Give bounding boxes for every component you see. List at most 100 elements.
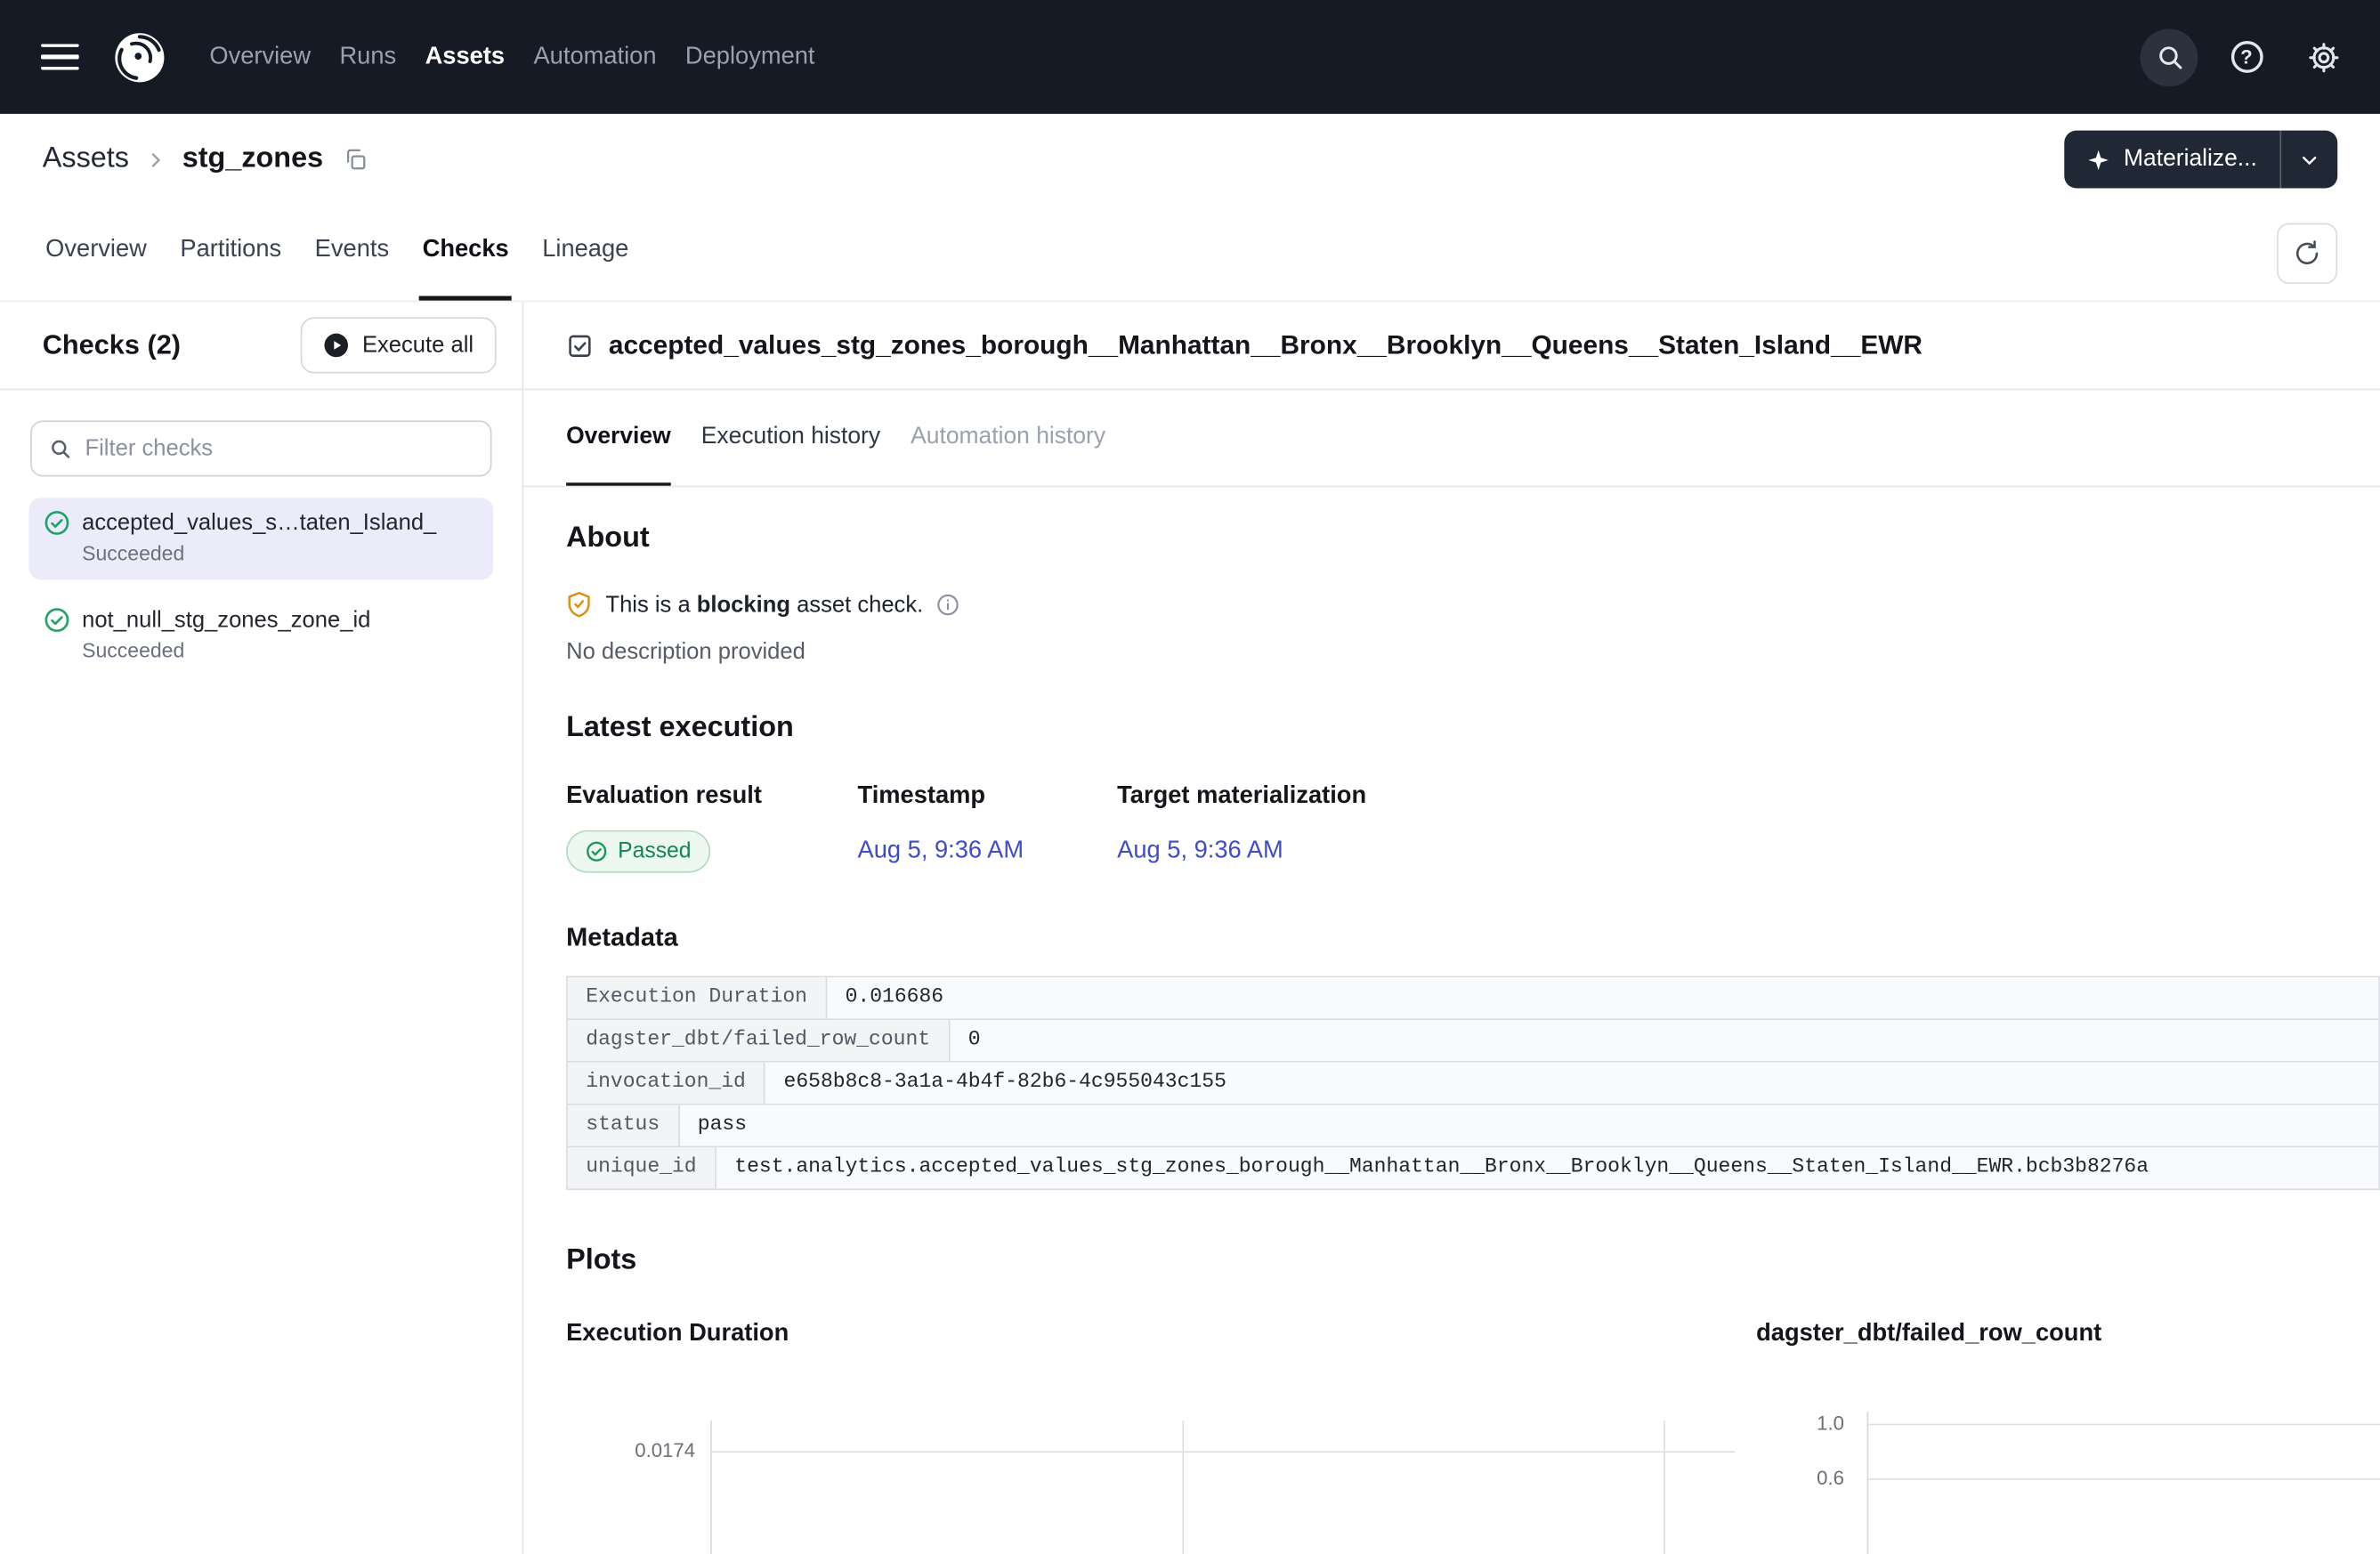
tab-checks[interactable]: Checks bbox=[419, 205, 512, 300]
nav-item-deployment[interactable]: Deployment bbox=[685, 34, 815, 79]
failed-row-count-chart: dagster_dbt/failed_row_count 1.0 0.6 bbox=[1756, 1321, 2380, 1554]
dagster-logo-icon[interactable] bbox=[110, 28, 168, 86]
about-heading: About bbox=[566, 522, 2380, 556]
checks-count-title: Checks (2) bbox=[43, 329, 181, 361]
nav-item-runs[interactable]: Runs bbox=[339, 34, 396, 79]
settings-gear-icon[interactable] bbox=[2295, 28, 2352, 86]
metadata-heading: Metadata bbox=[566, 923, 2380, 953]
col-target-materialization: Target materialization bbox=[1117, 783, 2380, 811]
y-axis-tick: 1.0 bbox=[1756, 1413, 1844, 1435]
gridline bbox=[1664, 1420, 1665, 1554]
check-item-status: Succeeded bbox=[82, 639, 478, 662]
passed-status-badge: Passed bbox=[566, 830, 711, 873]
content-area: Checks (2) Execute all bbox=[0, 302, 2380, 1554]
chart-title: Execution Duration bbox=[566, 1321, 1735, 1348]
nav-item-automation[interactable]: Automation bbox=[533, 34, 656, 79]
breadcrumb: Assets stg_zones bbox=[43, 142, 368, 176]
check-list-item-not-null[interactable]: not_null_stg_zones_zone_id Succeeded bbox=[28, 595, 493, 676]
filter-checks-input[interactable] bbox=[85, 435, 474, 461]
metadata-value: pass bbox=[679, 1105, 2378, 1145]
table-row: status pass bbox=[568, 1105, 2378, 1147]
materialize-split-button: Materialize... bbox=[2064, 131, 2337, 189]
chart-plot-area: 1.0 0.6 bbox=[1756, 1412, 2380, 1554]
metadata-value: e658b8c8-3a1a-4b4f-82b6-4c955043c155 bbox=[765, 1063, 2378, 1104]
table-row: unique_id test.analytics.accepted_values… bbox=[568, 1147, 2378, 1190]
y-axis-tick: 0.0174 bbox=[566, 1440, 695, 1461]
col-timestamp: Timestamp bbox=[858, 783, 1118, 811]
copy-icon[interactable] bbox=[343, 147, 367, 171]
table-row: invocation_id e658b8c8-3a1a-4b4f-82b6-4c… bbox=[568, 1063, 2378, 1105]
execution-duration-chart: Execution Duration 0.0174 bbox=[566, 1321, 1735, 1554]
info-icon[interactable] bbox=[937, 594, 960, 617]
check-succeeded-icon bbox=[44, 510, 69, 536]
tab-overview[interactable]: Overview bbox=[43, 205, 150, 300]
blocking-text: This is a blocking asset check. bbox=[605, 592, 923, 618]
metadata-key: unique_id bbox=[568, 1147, 716, 1188]
magnifier-icon bbox=[49, 437, 72, 460]
filter-checks-field bbox=[30, 420, 491, 476]
check-tab-overview[interactable]: Overview bbox=[566, 390, 671, 485]
materialize-label: Materialize... bbox=[2124, 146, 2257, 174]
check-tab-automation-history: Automation history bbox=[911, 390, 1105, 485]
gridline bbox=[1868, 1424, 2380, 1426]
metadata-key: status bbox=[568, 1105, 680, 1145]
col-evaluation-result: Evaluation result bbox=[566, 783, 857, 811]
search-icon[interactable] bbox=[2141, 28, 2198, 86]
check-tab-execution-history[interactable]: Execution history bbox=[701, 390, 880, 485]
help-icon[interactable]: ? bbox=[2218, 28, 2276, 86]
check-succeeded-icon bbox=[44, 607, 69, 633]
execute-all-label: Execute all bbox=[362, 332, 474, 358]
breadcrumb-assets-link[interactable]: Assets bbox=[43, 142, 129, 176]
refresh-button[interactable] bbox=[2277, 223, 2337, 283]
tab-lineage[interactable]: Lineage bbox=[539, 205, 632, 300]
gridline bbox=[1183, 1420, 1185, 1554]
check-list-item-accepted-values[interactable]: accepted_values_s…taten_Island_ Succeede… bbox=[28, 498, 493, 579]
asset-tabs: Overview Partitions Events Checks Lineag… bbox=[43, 205, 632, 300]
nav-item-assets[interactable]: Assets bbox=[425, 34, 506, 79]
check-list: accepted_values_s…taten_Island_ Succeede… bbox=[0, 476, 522, 676]
check-item-status: Succeeded bbox=[82, 542, 478, 565]
description-text: No description provided bbox=[566, 639, 2380, 665]
metadata-key: invocation_id bbox=[568, 1063, 765, 1104]
table-row: dagster_dbt/failed_row_count 0 bbox=[568, 1020, 2378, 1063]
asset-tabs-row: Overview Partitions Events Checks Lineag… bbox=[0, 205, 2380, 302]
hamburger-menu-icon[interactable] bbox=[41, 44, 79, 70]
metadata-table: Execution Duration 0.016686 dagster_dbt/… bbox=[566, 976, 2380, 1190]
tab-partitions[interactable]: Partitions bbox=[177, 205, 285, 300]
check-detail-header: accepted_values_stg_zones_borough__Manha… bbox=[523, 302, 2380, 390]
checks-sidebar-header: Checks (2) Execute all bbox=[0, 302, 522, 390]
materialize-button[interactable]: Materialize... bbox=[2064, 131, 2279, 189]
check-name-title: accepted_values_stg_zones_borough__Manha… bbox=[609, 329, 1923, 361]
filter-wrap bbox=[0, 390, 522, 476]
timestamp-link[interactable]: Aug 5, 9:36 AM bbox=[858, 838, 1024, 865]
sparkle-icon bbox=[2087, 148, 2110, 171]
plots-heading: Plots bbox=[566, 1244, 2380, 1278]
check-detail-panel: accepted_values_stg_zones_borough__Manha… bbox=[523, 302, 2380, 1554]
metadata-key: Execution Duration bbox=[568, 977, 827, 1018]
execute-all-button[interactable]: Execute all bbox=[300, 317, 497, 373]
table-row: Execution Duration 0.016686 bbox=[568, 977, 2378, 1020]
check-detail-tabs: Overview Execution history Automation hi… bbox=[523, 390, 2380, 487]
check-detail-body: About This is a blocking asset check. No… bbox=[523, 487, 2380, 1554]
metadata-key: dagster_dbt/failed_row_count bbox=[568, 1020, 950, 1061]
metadata-value: 0 bbox=[950, 1020, 2378, 1061]
latest-execution-heading: Latest execution bbox=[566, 712, 2380, 746]
gridline bbox=[712, 1451, 1735, 1453]
latest-execution-grid: Evaluation result Timestamp Target mater… bbox=[566, 783, 2380, 873]
page-title: stg_zones bbox=[182, 142, 323, 176]
materialize-caret-button[interactable] bbox=[2281, 131, 2337, 189]
y-axis-tick: 0.6 bbox=[1756, 1468, 1844, 1489]
check-circle-icon bbox=[586, 841, 607, 862]
tab-events[interactable]: Events bbox=[312, 205, 392, 300]
nav-item-overview[interactable]: Overview bbox=[209, 34, 311, 79]
blocking-note: This is a blocking asset check. bbox=[566, 590, 2380, 619]
primary-nav: Overview Runs Assets Automation Deployme… bbox=[209, 34, 814, 79]
chart-plot-area: 0.0174 bbox=[566, 1420, 1735, 1554]
target-materialization-link[interactable]: Aug 5, 9:36 AM bbox=[1117, 838, 1283, 865]
top-nav-actions: ? bbox=[2141, 28, 2353, 86]
play-circle-icon bbox=[323, 332, 349, 358]
gridline bbox=[1868, 1478, 2380, 1480]
check-item-name: not_null_stg_zones_zone_id bbox=[82, 607, 370, 633]
plots-grid: Execution Duration 0.0174 dagster_dbt/fa… bbox=[566, 1321, 2380, 1554]
shield-check-icon bbox=[566, 590, 592, 619]
